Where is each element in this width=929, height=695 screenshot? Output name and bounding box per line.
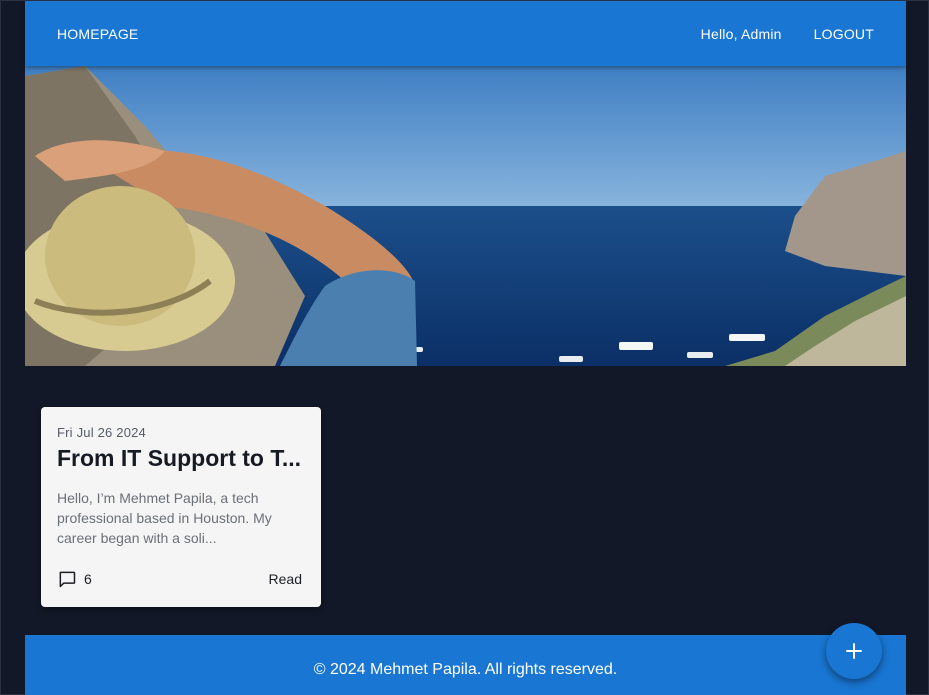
top-navbar: HOMEPAGE Hello, Admin LOGOUT <box>25 1 906 66</box>
logout-link[interactable]: LOGOUT <box>814 26 874 42</box>
comment-count: 6 <box>84 571 92 587</box>
post-title[interactable]: From IT Support to T... <box>57 445 305 472</box>
post-card: Fri Jul 26 2024 From IT Support to T... … <box>41 407 321 607</box>
comments-button[interactable]: 6 <box>57 569 92 589</box>
copyright-text: © 2024 Mehmet Papila. All rights reserve… <box>313 660 618 678</box>
post-actions: 6 Read <box>57 569 302 589</box>
post-date: Fri Jul 26 2024 <box>57 425 146 440</box>
read-button[interactable]: Read <box>269 571 302 587</box>
comment-icon <box>59 571 76 588</box>
page: HOMEPAGE Hello, Admin LOGOUT Fri Jul 26 … <box>0 0 929 695</box>
hero-image <box>25 66 906 366</box>
post-excerpt: Hello, I’m Mehmet Papila, a tech profess… <box>57 490 272 546</box>
homepage-link[interactable]: HOMEPAGE <box>57 26 138 42</box>
nav-right-group: Hello, Admin LOGOUT <box>701 26 874 42</box>
add-post-button[interactable] <box>826 623 882 679</box>
user-greeting: Hello, Admin <box>700 25 782 42</box>
plus-icon <box>846 643 862 659</box>
hero-photo <box>25 66 906 366</box>
footer: © 2024 Mehmet Papila. All rights reserve… <box>25 635 906 695</box>
